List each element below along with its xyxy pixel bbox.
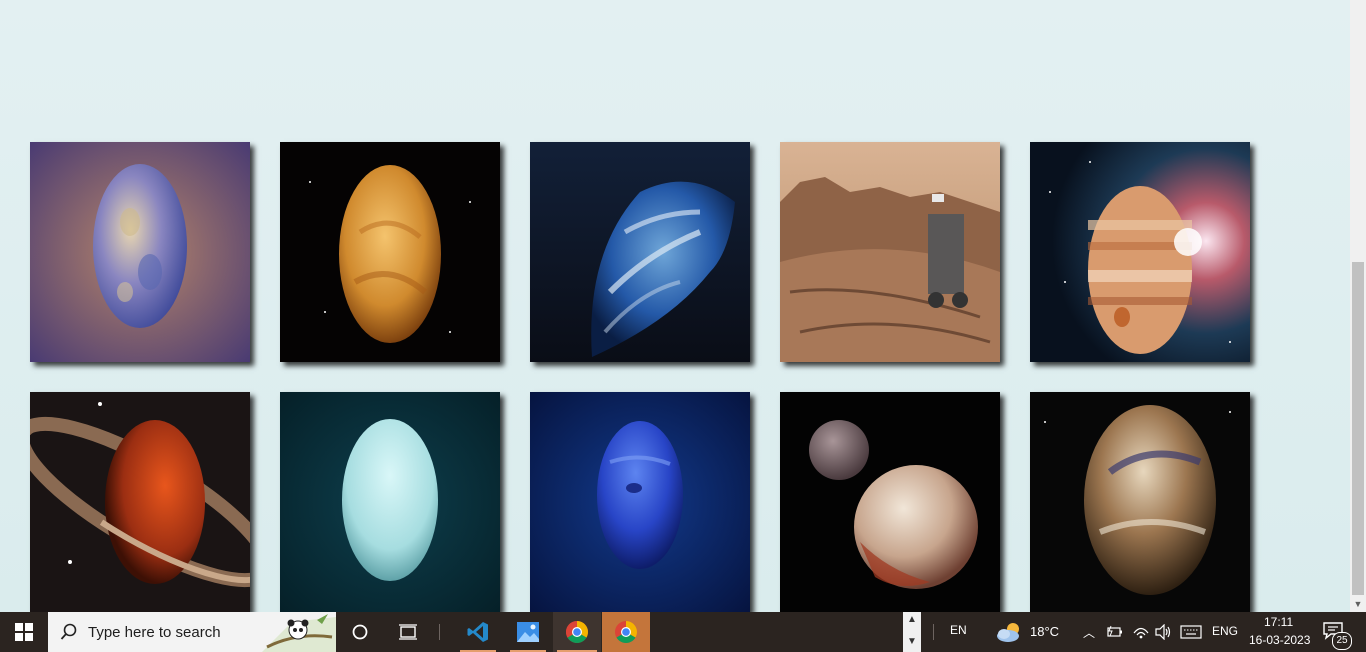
chrome-taskbar-button[interactable] xyxy=(553,612,601,652)
mars-rover-picture xyxy=(780,142,1000,362)
page-viewport xyxy=(0,0,1350,612)
search-placeholder: Type here to search xyxy=(88,624,221,641)
earth-picture xyxy=(530,142,750,362)
pluto-charon-picture xyxy=(780,392,1000,612)
search-highlight-panda-icon xyxy=(262,614,336,652)
weather-temperature[interactable]: 18°C xyxy=(1030,624,1059,639)
search-icon xyxy=(60,623,77,640)
clock-time[interactable]: 17:11 xyxy=(1264,615,1293,629)
venus-image[interactable] xyxy=(280,142,500,362)
saturn-picture xyxy=(30,392,250,612)
photos-taskbar-button[interactable] xyxy=(506,612,550,652)
pluto-image[interactable] xyxy=(780,392,1000,612)
exoplanet-image[interactable] xyxy=(1030,392,1250,612)
vscode-icon xyxy=(467,622,488,642)
show-hidden-icons-chevron-icon[interactable]: ︿ xyxy=(1083,624,1095,641)
task-view-button[interactable] xyxy=(386,612,430,652)
uranus-image[interactable] xyxy=(280,392,500,612)
scroll-down-arrow-icon[interactable]: ▼ xyxy=(1350,596,1366,612)
task-view-icon xyxy=(399,624,417,640)
language-indicator-short[interactable]: EN xyxy=(950,623,967,637)
venus-picture xyxy=(280,142,500,362)
taskbar-separator xyxy=(439,624,440,640)
battery-icon[interactable] xyxy=(1105,625,1123,639)
chevron-up-icon[interactable]: ▲ xyxy=(907,614,917,625)
cortana-circle-icon xyxy=(352,624,368,640)
mercury-image[interactable] xyxy=(30,142,250,362)
exoplanet-picture xyxy=(1030,392,1250,612)
earth-image[interactable] xyxy=(530,142,750,362)
taskbar: Type here to search ▲ ▼ EN 18°C ︿ ENG 17… xyxy=(0,612,1366,652)
neptune-image[interactable] xyxy=(530,392,750,612)
chevron-down-icon[interactable]: ▼ xyxy=(907,636,917,647)
chrome-icon xyxy=(615,621,637,643)
clock-date[interactable]: 16-03-2023 xyxy=(1249,633,1310,647)
action-center-button[interactable]: 25 xyxy=(1320,620,1354,650)
vertical-scrollbar[interactable]: ▼ xyxy=(1350,0,1366,612)
input-language[interactable]: ENG xyxy=(1212,624,1238,638)
chrome-taskbar-button-2[interactable] xyxy=(602,612,650,652)
notification-count-badge: 25 xyxy=(1332,632,1352,650)
touch-keyboard-icon[interactable] xyxy=(1180,625,1202,639)
start-button[interactable] xyxy=(0,612,48,652)
taskbar-search-box[interactable]: Type here to search xyxy=(48,612,336,652)
vscode-taskbar-button[interactable] xyxy=(456,612,500,652)
saturn-image[interactable] xyxy=(30,392,250,612)
scrollbar-thumb[interactable] xyxy=(1352,262,1364,595)
volume-icon[interactable] xyxy=(1154,624,1172,640)
uranus-picture xyxy=(280,392,500,612)
neptune-picture xyxy=(530,392,750,612)
jupiter-image[interactable] xyxy=(1030,142,1250,362)
windows-logo-icon xyxy=(15,623,33,641)
chrome-icon xyxy=(566,621,588,643)
tray-scroll-arrows[interactable]: ▲ ▼ xyxy=(903,612,921,652)
jupiter-picture xyxy=(1030,142,1250,362)
cortana-button[interactable] xyxy=(338,612,382,652)
weather-cloud-sun-icon[interactable] xyxy=(996,621,1024,643)
mercury-picture xyxy=(30,142,250,362)
mars-image[interactable] xyxy=(780,142,1000,362)
tray-separator xyxy=(933,624,934,640)
photos-icon xyxy=(517,622,539,642)
wifi-icon[interactable] xyxy=(1133,625,1149,639)
